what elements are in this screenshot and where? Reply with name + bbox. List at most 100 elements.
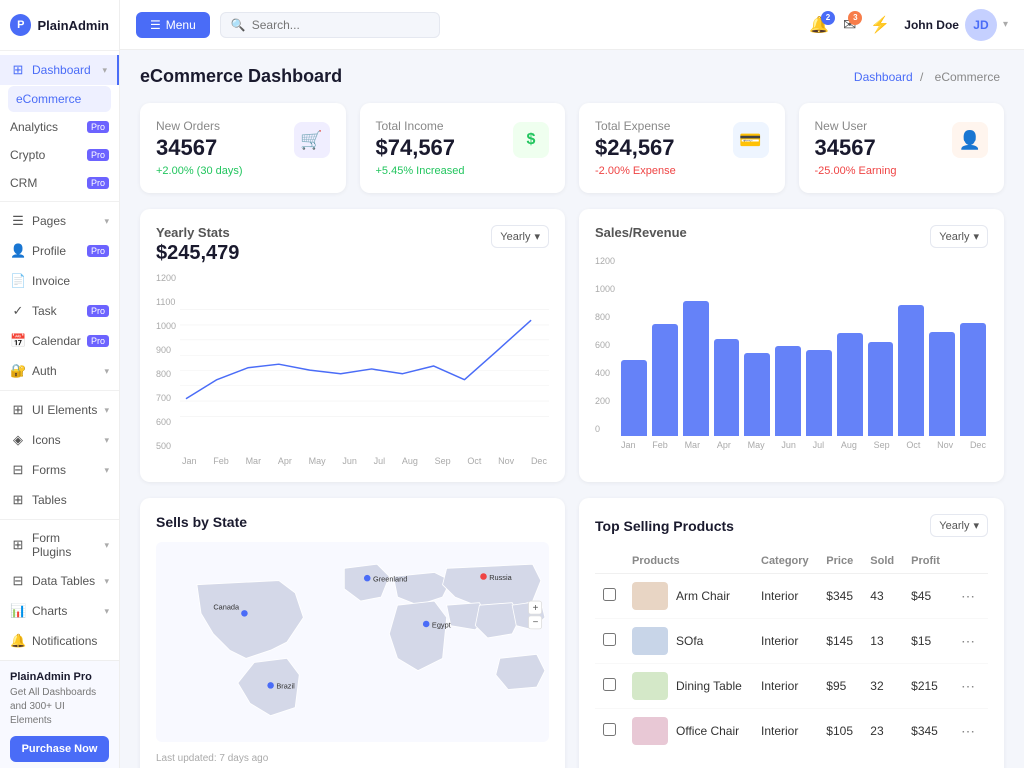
product-checkbox[interactable]	[603, 678, 616, 691]
search-box[interactable]: 🔍	[220, 12, 440, 38]
user-info[interactable]: John Doe JD ▾	[904, 9, 1008, 41]
sidebar-item-pages[interactable]: ☰ Pages ▾	[0, 206, 119, 236]
table-row: Arm Chair Interior $345 43 $45 ⋯	[595, 574, 988, 619]
dashboard-icon: ⊞	[10, 62, 26, 78]
user-chevron: ▾	[1003, 19, 1008, 30]
menu-button[interactable]: ☰ Menu	[136, 12, 210, 38]
svg-text:Greenland: Greenland	[373, 574, 407, 583]
sidebar-item-label: Crypto	[10, 148, 81, 162]
more-options-button[interactable]: ⋯	[957, 586, 979, 607]
sidebar-item-tables[interactable]: ⊞ Tables	[0, 485, 119, 515]
stat-card-new-orders: New Orders 34567 🛒 +2.00% (30 days)	[140, 103, 346, 193]
sidebar-item-charts[interactable]: 📊 Charts ▾	[0, 596, 119, 626]
product-category: Interior	[753, 664, 818, 709]
product-sold: 32	[862, 664, 903, 709]
bar-jan	[621, 360, 647, 436]
sidebar-item-dashboard[interactable]: ⊞ Dashboard ▾	[0, 55, 119, 85]
sidebar-item-notifications[interactable]: 🔔 Notifications	[0, 626, 119, 656]
sidebar-item-ui-elements[interactable]: ⊞ UI Elements ▾	[0, 395, 119, 425]
stat-value: 34567	[815, 135, 876, 161]
top-products-card: Top Selling Products Yearly ▾ Products C…	[579, 498, 1004, 768]
sidebar-item-crypto[interactable]: Crypto Pro	[0, 141, 119, 169]
topbar: ☰ Menu 🔍 🔔 2 ✉ 3 ⚡ John Doe JD ▾	[120, 0, 1024, 50]
data-tables-icon: ⊟	[10, 573, 26, 589]
purchase-button[interactable]: Purchase Now	[10, 736, 109, 762]
product-profit: $345	[903, 709, 949, 754]
sidebar-item-task[interactable]: ✓ Task Pro	[0, 296, 119, 326]
stat-card-total-income: Total Income $74,567 $ +5.45% Increased	[360, 103, 566, 193]
sidebar-item-calendar[interactable]: 📅 Calendar Pro	[0, 326, 119, 356]
select-chevron-sales: ▾	[973, 230, 979, 243]
stats-row: New Orders 34567 🛒 +2.00% (30 days) Tota…	[140, 103, 1004, 193]
mail-badge: 3	[848, 11, 862, 25]
charts-row: Yearly Stats $245,479 Yearly ▾ 1200 1100…	[140, 209, 1004, 482]
search-input[interactable]	[252, 18, 429, 32]
stat-change: -25.00% Earning	[815, 165, 989, 177]
svg-text:+: +	[533, 603, 539, 614]
sales-filter-select[interactable]: Yearly ▾	[930, 225, 988, 248]
breadcrumb-current: eCommerce	[935, 70, 1000, 84]
sidebar-promo: PlainAdmin Pro Get All Dashboards and 30…	[0, 660, 119, 768]
products-filter-select[interactable]: Yearly ▾	[930, 514, 988, 537]
product-category: Interior	[753, 619, 818, 664]
breadcrumb: Dashboard / eCommerce	[854, 70, 1004, 84]
product-category: Interior	[753, 709, 818, 754]
product-checkbox[interactable]	[603, 633, 616, 646]
col-products: Products	[624, 549, 753, 574]
product-price: $345	[818, 574, 862, 619]
stat-change: +5.45% Increased	[376, 165, 550, 177]
menu-icon: ☰	[150, 18, 161, 32]
filter-icon[interactable]: ⚡	[870, 15, 890, 35]
yearly-filter-select[interactable]: Yearly ▾	[491, 225, 549, 248]
invoice-icon: 📄	[10, 273, 26, 289]
user-avatar: JD	[965, 9, 997, 41]
svg-text:Brazil: Brazil	[276, 682, 295, 691]
stat-value: $74,567	[376, 135, 456, 161]
sidebar: P PlainAdmin ⊞ Dashboard ▾ eCommerce Ana…	[0, 0, 120, 768]
svg-text:Canada: Canada	[213, 602, 240, 611]
sidebar-item-analytics[interactable]: Analytics Pro	[0, 113, 119, 141]
page-title: eCommerce Dashboard	[140, 66, 342, 87]
sidebar-item-profile[interactable]: 👤 Profile Pro	[0, 236, 119, 266]
sidebar-item-icons[interactable]: ◈ Icons ▾	[0, 425, 119, 455]
line-chart-y-axis: 1200 1100 1000 900 800 700 600 500	[156, 273, 176, 453]
messages-icon[interactable]: ✉ 3	[843, 15, 856, 35]
notifications-bell[interactable]: 🔔 2	[809, 15, 829, 35]
bottom-row: Sells by State	[140, 498, 1004, 768]
map-title: Sells by State	[156, 514, 247, 530]
promo-title: PlainAdmin Pro	[10, 671, 109, 683]
sidebar-item-ecommerce[interactable]: eCommerce	[8, 86, 111, 112]
tables-icon: ⊞	[10, 492, 26, 508]
bar-may	[744, 353, 770, 436]
bar-oct	[898, 305, 924, 436]
bar-mar	[683, 301, 709, 436]
yearly-stats-title: Yearly Stats	[156, 225, 239, 240]
sidebar-item-auth[interactable]: 🔐 Auth ▾	[0, 356, 119, 386]
sidebar-item-forms[interactable]: ⊟ Forms ▾	[0, 455, 119, 485]
sidebar-item-data-tables[interactable]: ⊟ Data Tables ▾	[0, 566, 119, 596]
sidebar-item-invoice[interactable]: 📄 Invoice	[0, 266, 119, 296]
more-options-button[interactable]: ⋯	[957, 631, 979, 652]
main-area: ☰ Menu 🔍 🔔 2 ✉ 3 ⚡ John Doe JD ▾	[120, 0, 1024, 768]
bar-sep	[868, 342, 894, 436]
product-checkbox[interactable]	[603, 723, 616, 736]
more-options-button[interactable]: ⋯	[957, 676, 979, 697]
sidebar-item-label: CRM	[10, 176, 81, 190]
stat-card-new-user: New User 34567 👤 -25.00% Earning	[799, 103, 1005, 193]
product-name: SOfa	[676, 634, 703, 648]
bar-feb	[652, 324, 678, 436]
stat-label: New User	[815, 119, 876, 133]
logo: P PlainAdmin	[0, 0, 119, 51]
svg-text:−: −	[533, 617, 539, 628]
stat-icon-orders: 🛒	[294, 122, 330, 158]
calendar-icon: 📅	[10, 333, 26, 349]
more-options-button[interactable]: ⋯	[957, 721, 979, 742]
breadcrumb-home[interactable]: Dashboard	[854, 70, 913, 84]
sidebar-item-form-plugins[interactable]: ⊞ Form Plugins ▾	[0, 524, 119, 566]
product-image	[632, 582, 668, 610]
sidebar-item-crm[interactable]: CRM Pro	[0, 169, 119, 197]
sales-title: Sales/Revenue	[595, 225, 687, 240]
product-price: $105	[818, 709, 862, 754]
product-checkbox[interactable]	[603, 588, 616, 601]
product-image	[632, 627, 668, 655]
